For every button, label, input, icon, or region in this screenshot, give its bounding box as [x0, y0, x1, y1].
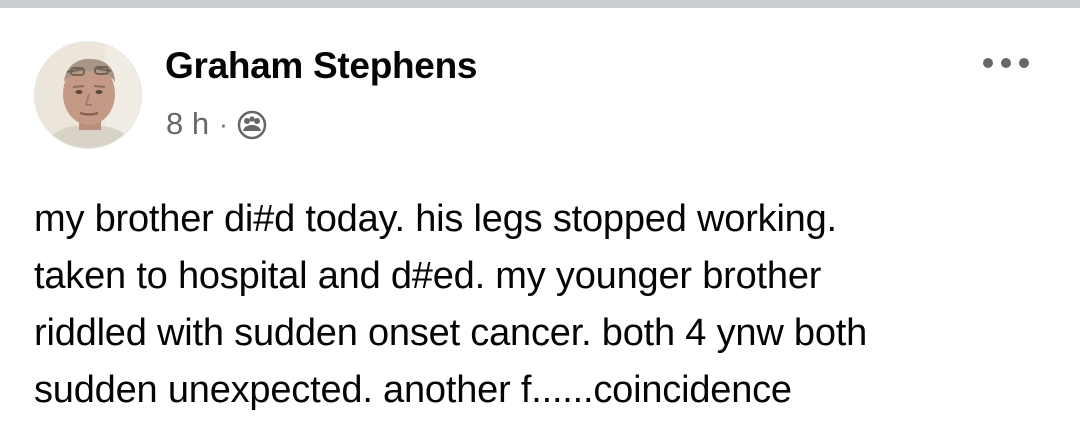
post-meta: 8 h ·: [166, 104, 267, 144]
author-name[interactable]: Graham Stephens: [165, 44, 477, 88]
more-options-button[interactable]: [976, 48, 1036, 78]
friends-icon: [237, 110, 267, 140]
meta-separator: ·: [219, 109, 228, 139]
avatar[interactable]: [34, 41, 142, 149]
top-divider: [0, 0, 1080, 8]
more-options-icon: [983, 58, 1029, 68]
avatar-photo: [35, 42, 141, 148]
post-body-text: my brother di#d today. his legs stopped …: [34, 198, 868, 411]
post-timestamp[interactable]: 8 h: [166, 104, 209, 144]
